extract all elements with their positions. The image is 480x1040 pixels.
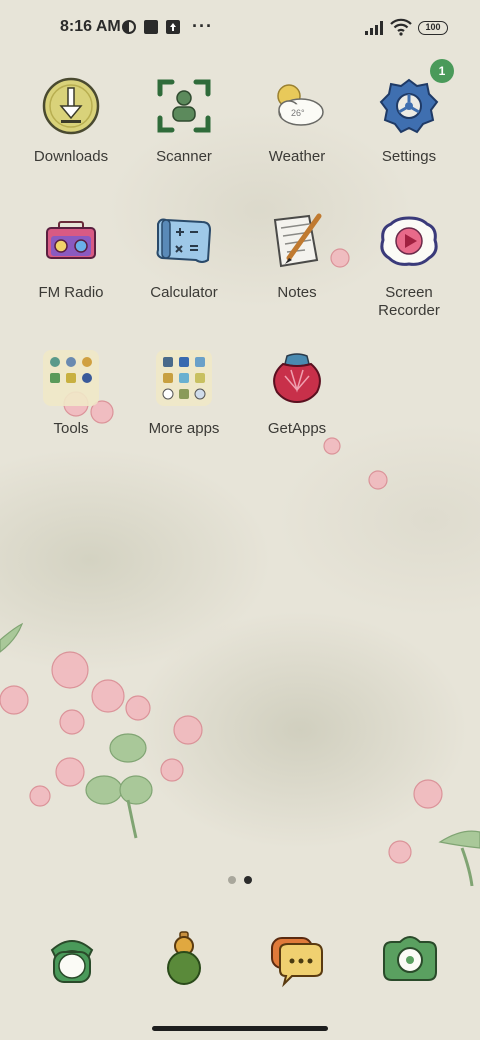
app-label: Screen Recorder [378, 284, 440, 319]
app-label: Notes [277, 284, 317, 301]
app-label: Downloads [33, 148, 109, 165]
notes-icon [265, 210, 329, 274]
folder-more-apps[interactable]: More apps [129, 346, 239, 438]
more-dots-icon: ··· [192, 16, 213, 36]
home-indicator[interactable] [152, 1026, 328, 1031]
radio-icon [39, 210, 103, 274]
wifi-icon [390, 18, 412, 41]
screen-recorder-icon [377, 210, 441, 274]
dock-camera[interactable] [380, 928, 440, 988]
app-notes[interactable]: Notes [242, 210, 352, 302]
page-dot[interactable] [228, 876, 236, 884]
app-label: Tools [53, 420, 89, 437]
app-getapps[interactable]: GetApps [242, 346, 352, 438]
app-label: Weather [268, 148, 326, 165]
page-dot-active[interactable] [244, 876, 252, 884]
signal-icon [364, 20, 386, 41]
upload-notification-icon [165, 19, 181, 35]
app-downloads[interactable]: Downloads [16, 74, 126, 166]
battery-icon: 100 [418, 21, 448, 35]
app-calculator[interactable]: Calculator [129, 210, 239, 302]
square-notification-icon [143, 19, 159, 35]
phone-icon [42, 928, 102, 993]
folder-icon [152, 346, 216, 410]
app-screen-recorder[interactable]: Screen Recorder [354, 210, 464, 320]
camera-icon [380, 928, 440, 993]
app-settings[interactable]: Settings [354, 74, 464, 166]
app-scanner[interactable]: Scanner [129, 74, 239, 166]
app-weather[interactable]: 26° Weather [242, 74, 352, 166]
weather-icon-text: 26° [291, 108, 305, 118]
gourd-icon [154, 928, 214, 993]
app-label: Settings [381, 148, 437, 165]
app-label: Scanner [156, 148, 212, 165]
dock-phone[interactable] [42, 928, 102, 988]
getapps-icon [265, 346, 329, 410]
dock-messages[interactable] [266, 928, 326, 988]
page-indicator [226, 876, 256, 886]
settings-icon [377, 74, 441, 138]
app-fm-radio[interactable]: FM Radio [16, 210, 126, 302]
messages-icon [266, 928, 326, 993]
download-icon [39, 74, 103, 138]
status-bar: 8:16 AM ··· 100 [0, 0, 480, 56]
dock-gourd-app[interactable] [154, 928, 214, 988]
calculator-icon [152, 210, 216, 274]
app-label: GetApps [267, 420, 327, 437]
weather-icon: 26° [265, 74, 329, 138]
app-label: Calculator [150, 284, 218, 301]
vpn-key-icon [121, 19, 137, 35]
scanner-icon [152, 74, 216, 138]
app-label: More apps [148, 420, 220, 437]
status-time: 8:16 AM [60, 18, 121, 35]
notification-badge: 1 [430, 59, 454, 83]
folder-tools[interactable]: Tools [16, 346, 126, 438]
app-label: FM Radio [38, 284, 104, 301]
folder-icon [39, 346, 103, 410]
